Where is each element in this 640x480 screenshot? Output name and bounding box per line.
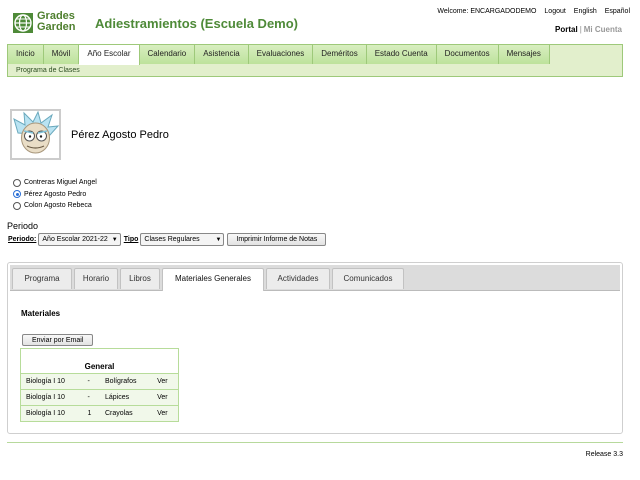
tab-actividades[interactable]: Actividades [266,268,330,289]
ver-link[interactable]: Ver [152,373,179,390]
chevron-down-icon: ▼ [111,236,118,243]
student-option-label: Colon Agosto Rebeca [24,202,92,210]
course-cell: Biología I 10 [20,373,83,390]
grades-garden-logo[interactable]: Grades Garden [12,11,90,35]
student-option-perez[interactable]: Pérez Agosto Pedro [13,189,97,201]
nav-tab-evaluaciones[interactable]: Evaluaciones [248,45,314,64]
periodo-select[interactable]: Año Escolar 2021-22 ▼ [38,233,121,246]
main-nav-tabs: Inicio Móvil Año Escolar Calendario Asis… [8,45,550,65]
tab-horario[interactable]: Horario [74,268,118,289]
student-option-label: Pérez Agosto Pedro [24,190,87,198]
table-row: Biología I 10 - Bolígrafos Ver [20,373,179,390]
footer-divider [7,442,623,443]
materials-table: General Biología I 10 - Bolígrafos Ver B… [20,348,179,422]
espanol-link[interactable]: Español [605,8,630,15]
globe-logo-icon [13,13,33,33]
nav-tab-demeritos[interactable]: Deméritos [313,45,367,64]
radio-button-selected[interactable] [13,190,21,199]
qty-cell: - [82,373,100,390]
tab-libros[interactable]: Libros [120,268,160,289]
table-row: Biología I 10 - Lápices Ver [20,389,179,406]
tab-programa[interactable]: Programa [12,268,72,289]
ver-link[interactable]: Ver [152,389,179,406]
nav-tab-ano-escolar[interactable]: Año Escolar [79,45,140,65]
portal-link[interactable]: Portal [555,25,578,34]
print-report-button[interactable]: Imprimir Informe de Notas [227,233,327,246]
app-title: Adiestramientos (Escuela Demo) [95,16,299,31]
ver-link[interactable]: Ver [152,405,179,422]
course-cell: Biología I 10 [20,405,83,422]
item-cell: Bolígrafos [99,373,153,390]
nav-tab-estado-cuenta[interactable]: Estado Cuenta [366,45,437,64]
welcome-text: Welcome: ENCARGADODEMO [437,8,537,15]
nav-tab-documentos[interactable]: Documentos [436,45,499,64]
nav-tab-mensajes[interactable]: Mensajes [498,45,550,64]
tab-materiales-generales[interactable]: Materiales Generales [162,268,264,291]
nav-tab-asistencia[interactable]: Asistencia [195,45,249,64]
qty-cell: - [82,389,100,406]
materials-heading: Materiales [21,309,61,318]
item-cell: Lápices [99,389,153,406]
table-group-row: General [20,348,179,374]
filter-row: Periodo: Año Escolar 2021-22 ▼ Tipo Clase… [8,233,327,246]
course-cell: Biología I 10 [20,389,83,406]
portal-links: Portal | Mi Cuenta [555,25,622,34]
tab-bar: Programa Horario Libros Materiales Gener… [10,265,620,291]
main-nav: Inicio Móvil Año Escolar Calendario Asis… [7,44,623,77]
top-links: Welcome: ENCARGADODEMO Logout English Es… [431,8,630,15]
english-link[interactable]: English [574,8,597,15]
chevron-down-icon: ▼ [215,236,222,243]
nav-tab-calendario[interactable]: Calendario [139,45,196,64]
periodo-label: Periodo: [8,236,37,243]
student-option-label: Contreras Miguel Angel [24,179,97,187]
nav-tab-inicio[interactable]: Inicio [8,45,44,64]
student-name: Pérez Agosto Pedro [71,129,169,141]
logout-link[interactable]: Logout [544,8,565,15]
table-row: Biología I 10 1 Crayolas Ver [20,405,179,422]
content-tab-panel: Programa Horario Libros Materiales Gener… [7,262,623,434]
student-selector: Contreras Miguel Angel Pérez Agosto Pedr… [13,177,97,212]
radio-button[interactable] [13,178,21,187]
qty-cell: 1 [82,405,100,422]
mi-cuenta-link[interactable]: Mi Cuenta [584,25,622,34]
logo-text: Grades Garden [37,10,76,33]
cartoon-avatar-icon [12,111,59,158]
send-email-button[interactable]: Enviar por Email [22,334,94,346]
item-cell: Crayolas [99,405,153,422]
student-option-contreras[interactable]: Contreras Miguel Angel [13,177,97,189]
student-option-colon[interactable]: Colon Agosto Rebeca [13,200,97,212]
portal-separator: | [579,25,582,34]
sub-nav-programa-de-clases[interactable]: Programa de Clases [16,67,80,74]
release-version: Release 3.3 [585,451,623,458]
periodo-heading: Periodo [7,221,39,231]
nav-tab-movil[interactable]: Móvil [43,45,80,64]
radio-button[interactable] [13,201,21,210]
student-avatar [10,109,61,160]
tipo-label: Tipo [123,236,139,243]
group-header: General [20,348,179,374]
tab-comunicados[interactable]: Comunicados [332,268,404,289]
tipo-select[interactable]: Clases Regulares ▼ [140,233,225,246]
